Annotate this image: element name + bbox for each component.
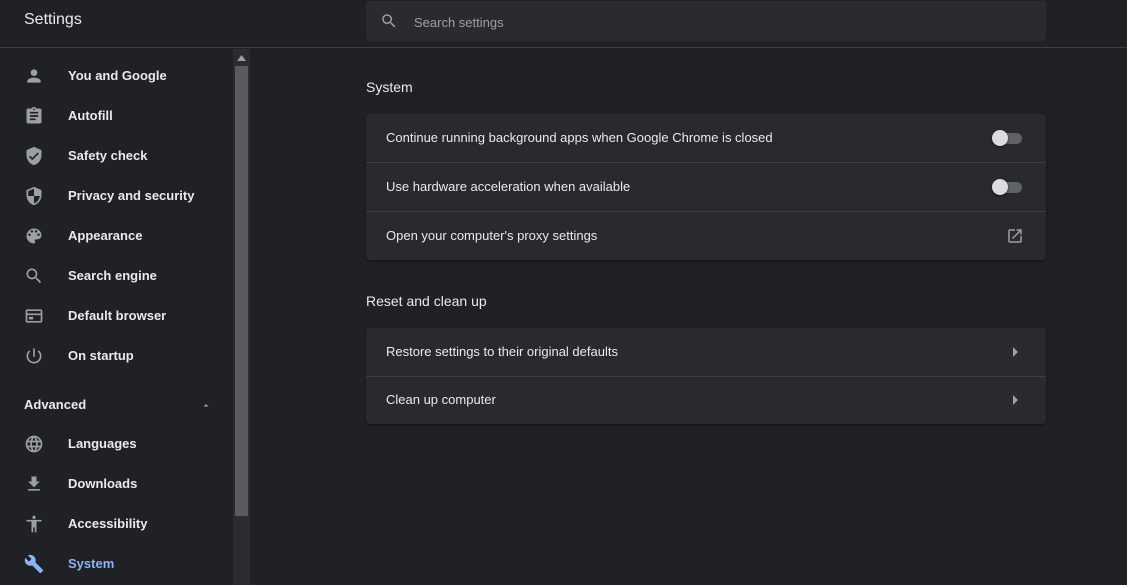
sidebar-item-appearance[interactable]: Appearance: [0, 216, 233, 256]
sidebar-item-label: Appearance: [68, 228, 143, 243]
palette-icon: [26, 228, 42, 244]
sidebar-item-label: You and Google: [68, 68, 167, 83]
scrollbar-thumb[interactable]: [235, 66, 248, 516]
clean-up-computer-label: Clean up computer: [386, 392, 496, 407]
sidebar-item-label: Autofill: [68, 108, 113, 123]
reset-section-title: Reset and clean up: [366, 293, 487, 309]
wrench-icon: [24, 554, 44, 574]
sidebar-item-label: System: [68, 556, 115, 571]
sidebar-item-label: On startup: [68, 348, 134, 363]
background-apps-label: Continue running background apps when Go…: [386, 130, 773, 145]
sidebar: You and Google Autofill Safety check Pri…: [0, 49, 233, 585]
hardware-acceleration-toggle[interactable]: [992, 179, 1022, 195]
shield-icon: [26, 186, 42, 206]
arrow-right-icon: [1013, 395, 1018, 405]
shield-check-icon: [26, 146, 42, 166]
search-input[interactable]: [412, 1, 1036, 43]
advanced-label: Advanced: [24, 397, 87, 412]
hardware-acceleration-label: Use hardware acceleration when available: [386, 179, 631, 194]
power-icon: [26, 348, 42, 364]
advanced-section-toggle[interactable]: Advanced: [0, 388, 233, 422]
background-apps-row[interactable]: Continue running background apps when Go…: [366, 114, 1046, 162]
sidebar-item-label: Default browser: [68, 308, 167, 323]
external-link-icon[interactable]: [1006, 227, 1024, 245]
settings-header: Settings: [0, 0, 1127, 48]
sidebar-item-default-browser[interactable]: Default browser: [0, 296, 233, 336]
sidebar-item-system[interactable]: System: [0, 544, 233, 584]
sidebar-item-label: Privacy and security: [68, 188, 195, 203]
chevron-up-icon: [203, 404, 209, 407]
sidebar-item-privacy-and-security[interactable]: Privacy and security: [0, 176, 233, 216]
proxy-settings-label: Open your computer's proxy settings: [386, 228, 598, 243]
sidebar-item-downloads[interactable]: Downloads: [0, 464, 233, 504]
globe-icon: [25, 435, 43, 453]
sidebar-item-accessibility[interactable]: Accessibility: [0, 504, 233, 544]
sidebar-item-label: Safety check: [68, 148, 148, 163]
sidebar-item-autofill[interactable]: Autofill: [0, 96, 233, 136]
system-section-title: System: [366, 79, 413, 95]
restore-defaults-row[interactable]: Restore settings to their original defau…: [366, 328, 1046, 376]
sidebar-item-label: Accessibility: [68, 516, 148, 531]
sidebar-item-label: Search engine: [68, 268, 157, 283]
clean-up-computer-row[interactable]: Clean up computer: [366, 376, 1046, 424]
scroll-up-arrow-icon[interactable]: [237, 55, 246, 61]
sidebar-item-languages[interactable]: Languages: [0, 424, 233, 464]
accessibility-icon: [26, 515, 42, 533]
arrow-right-icon: [1013, 347, 1018, 357]
background-apps-toggle[interactable]: [992, 130, 1022, 146]
reset-card: Restore settings to their original defau…: [366, 328, 1046, 424]
system-card: Continue running background apps when Go…: [366, 114, 1046, 260]
search-icon: [26, 268, 42, 284]
sidebar-item-you-and-google[interactable]: You and Google: [0, 56, 233, 96]
restore-defaults-label: Restore settings to their original defau…: [386, 344, 618, 359]
clipboard-icon: [26, 106, 42, 124]
sidebar-item-safety-check[interactable]: Safety check: [0, 136, 233, 176]
sidebar-item-search-engine[interactable]: Search engine: [0, 256, 233, 296]
sidebar-item-label: Languages: [68, 436, 137, 451]
search-box[interactable]: [366, 1, 1046, 43]
main-content: System Continue running background apps …: [250, 49, 1127, 585]
browser-icon: [25, 309, 43, 323]
proxy-settings-row[interactable]: Open your computer's proxy settings: [366, 212, 1046, 260]
search-icon: [382, 14, 396, 28]
sidebar-scrollbar[interactable]: [233, 49, 250, 585]
download-icon: [28, 476, 40, 491]
app-title: Settings: [24, 11, 82, 28]
person-icon: [27, 69, 41, 83]
hardware-acceleration-row[interactable]: Use hardware acceleration when available: [366, 163, 1046, 211]
sidebar-item-label: Downloads: [68, 476, 138, 491]
sidebar-item-on-startup[interactable]: On startup: [0, 336, 233, 376]
